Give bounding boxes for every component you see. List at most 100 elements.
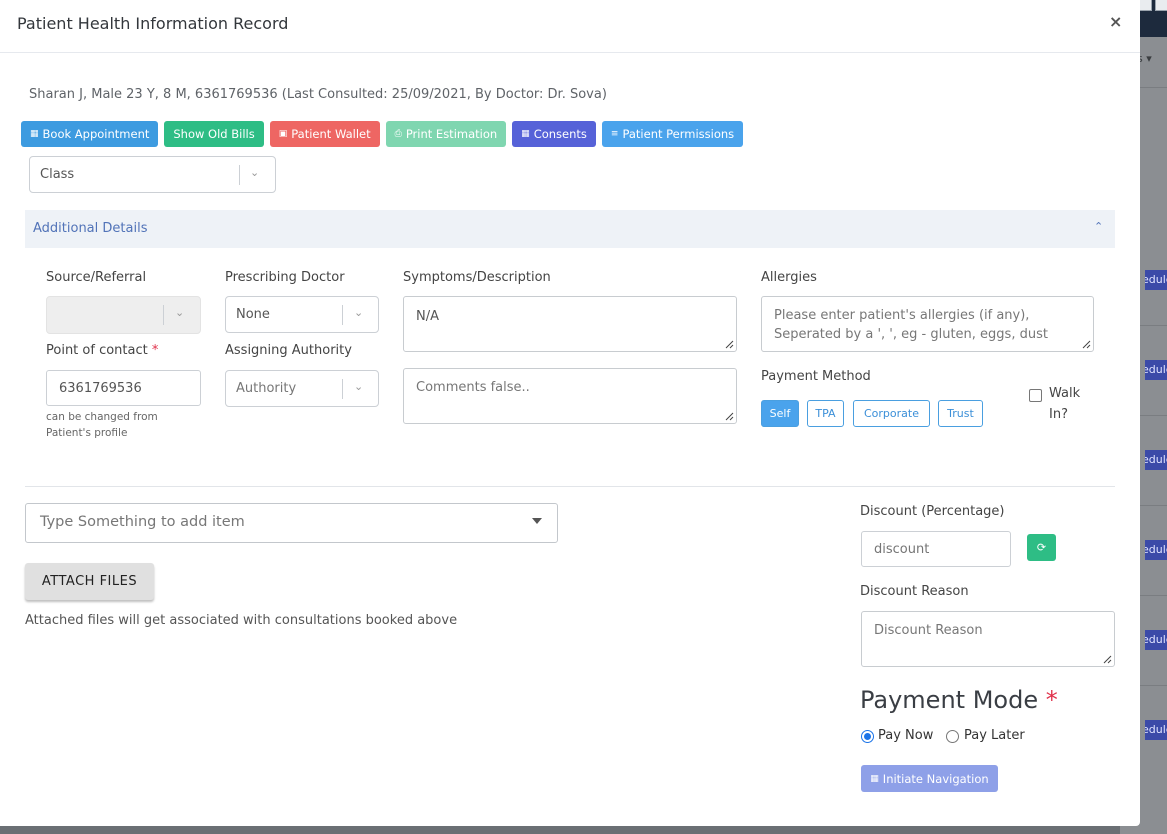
modal-title: Patient Health Information Record bbox=[17, 14, 289, 33]
select-separator bbox=[342, 305, 343, 325]
book-appointment-button[interactable]: ▦ Book Appointment bbox=[21, 121, 159, 147]
payment-method-self[interactable]: Self bbox=[761, 400, 799, 427]
add-item-select[interactable]: Type Something to add item bbox=[25, 503, 558, 543]
payment-method-label: Payment Method bbox=[761, 369, 871, 384]
patient-permissions-button[interactable]: ≡ Patient Permissions bbox=[601, 121, 744, 147]
discount-label: Discount (Percentage) bbox=[860, 504, 1005, 519]
consents-button[interactable]: ▦ Consents bbox=[512, 121, 596, 147]
button-label: Initiate Navigation bbox=[882, 771, 989, 786]
point-of-contact-text: Point of contact bbox=[46, 343, 148, 358]
patient-summary: Sharan J, Male 23 Y, 8 M, 6361769536 (La… bbox=[29, 87, 607, 102]
required-mark: * bbox=[151, 343, 159, 358]
class-select[interactable]: Class ⌄ bbox=[29, 156, 276, 193]
section-divider bbox=[25, 486, 1115, 487]
contact-help-line-2: Patient's profile bbox=[46, 427, 128, 439]
resize-handle-icon bbox=[725, 340, 734, 349]
walk-in-checkbox[interactable] bbox=[1029, 389, 1042, 402]
chevron-down-icon: ⌄ bbox=[175, 306, 185, 319]
calendar-icon: ▦ bbox=[521, 129, 530, 139]
button-label: Show Old Bills bbox=[173, 127, 255, 141]
point-of-contact-input[interactable] bbox=[46, 370, 201, 406]
button-label: Book Appointment bbox=[42, 127, 150, 141]
allergies-textarea[interactable]: Please enter patient's allergies (if any… bbox=[761, 296, 1094, 352]
print-icon: ⎙ bbox=[394, 129, 402, 139]
payment-method-trust[interactable]: Trust bbox=[938, 400, 983, 427]
discount-reason-textarea[interactable]: Discount Reason bbox=[861, 611, 1115, 667]
background-schedule-pill: edule bbox=[1145, 450, 1167, 470]
button-label: Patient Wallet bbox=[291, 127, 371, 141]
prescribing-doctor-label: Prescribing Doctor bbox=[225, 270, 345, 285]
list-icon: ≡ bbox=[610, 129, 619, 139]
additional-details-title: Additional Details bbox=[33, 221, 148, 236]
background-schedule-pill: edule bbox=[1145, 540, 1167, 560]
modal-header: Patient Health Information Record × bbox=[0, 0, 1140, 53]
additional-details-toggle[interactable]: Additional Details ⌃ bbox=[25, 210, 1115, 248]
chevron-down-icon: ⌄ bbox=[250, 166, 260, 179]
background-toolbar-icon bbox=[1155, 0, 1167, 11]
symptoms-textarea[interactable]: N/A bbox=[403, 296, 737, 352]
symptoms-label: Symptoms/Description bbox=[403, 270, 551, 285]
patient-wallet-button[interactable]: ▣ Patient Wallet bbox=[269, 121, 380, 147]
assigning-authority-label: Assigning Authority bbox=[225, 343, 352, 358]
caret-down-icon bbox=[532, 518, 542, 524]
symptoms-value: N/A bbox=[416, 309, 439, 324]
calendar-icon: ▦ bbox=[30, 129, 39, 139]
initiate-navigation-button[interactable]: ▦ Initiate Navigation bbox=[861, 765, 998, 792]
patient-record-modal: Patient Health Information Record × Shar… bbox=[0, 0, 1140, 826]
background-schedule-pill: edule bbox=[1145, 630, 1167, 650]
background-schedule-pill: edule bbox=[1145, 720, 1167, 740]
payment-method-corporate[interactable]: Corporate bbox=[853, 400, 930, 427]
apply-discount-button[interactable]: ⟳ bbox=[1027, 534, 1056, 561]
payment-method-tpa[interactable]: TPA bbox=[807, 400, 844, 427]
discount-reason-label: Discount Reason bbox=[860, 584, 969, 599]
show-old-bills-button[interactable]: Show Old Bills bbox=[164, 121, 264, 147]
resize-handle-icon bbox=[1103, 655, 1112, 664]
refresh-icon: ⟳ bbox=[1036, 541, 1047, 554]
required-mark: * bbox=[1045, 686, 1058, 714]
assigning-authority-value: Authority bbox=[236, 381, 297, 396]
pay-now-radio[interactable] bbox=[861, 730, 874, 743]
wallet-icon: ▣ bbox=[278, 129, 288, 139]
point-of-contact-label: Point of contact * bbox=[46, 343, 158, 358]
pay-later-radio[interactable] bbox=[946, 730, 959, 743]
calendar-icon: ▦ bbox=[870, 773, 879, 784]
class-select-value: Class bbox=[40, 167, 75, 182]
walk-in-label-line-1: Walk bbox=[1049, 386, 1081, 401]
assigning-authority-select[interactable]: Authority ⌄ bbox=[225, 370, 379, 407]
chevron-down-icon: ⌄ bbox=[354, 380, 364, 393]
chevron-down-icon: ⌄ bbox=[354, 306, 364, 319]
button-label: Consents bbox=[533, 127, 587, 141]
select-separator bbox=[342, 379, 343, 399]
pay-now-label: Pay Now bbox=[878, 728, 934, 743]
prescribing-doctor-value: None bbox=[236, 307, 270, 322]
allergies-label: Allergies bbox=[761, 270, 817, 285]
discount-reason-placeholder: Discount Reason bbox=[874, 623, 983, 638]
print-estimation-button[interactable]: ⎙ Print Estimation bbox=[385, 121, 507, 147]
payment-mode-text: Payment Mode bbox=[860, 686, 1039, 714]
attach-files-note: Attached files will get associated with … bbox=[25, 613, 458, 628]
resize-handle-icon bbox=[1082, 340, 1091, 349]
comments-placeholder: Comments false.. bbox=[416, 380, 530, 395]
prescribing-doctor-select[interactable]: None ⌄ bbox=[225, 296, 379, 333]
button-label: Print Estimation bbox=[405, 127, 498, 141]
resize-handle-icon bbox=[725, 412, 734, 421]
walk-in-label-line-2: In? bbox=[1049, 407, 1068, 422]
action-buttons: ▦ Book Appointment Show Old Bills ▣ Pati… bbox=[21, 121, 744, 147]
close-icon[interactable]: × bbox=[1109, 12, 1122, 31]
pay-later-label: Pay Later bbox=[964, 728, 1025, 743]
discount-input[interactable] bbox=[861, 531, 1011, 567]
source-referral-select[interactable]: ⌄ bbox=[46, 296, 201, 334]
contact-help-line-1: can be changed from bbox=[46, 411, 158, 423]
background-schedule-pill: edule bbox=[1145, 360, 1167, 380]
payment-mode-title: Payment Mode * bbox=[860, 686, 1058, 714]
source-referral-label: Source/Referral bbox=[46, 270, 147, 285]
button-label: Patient Permissions bbox=[622, 127, 735, 141]
chevron-up-icon: ⌃ bbox=[1094, 220, 1104, 233]
comments-textarea[interactable]: Comments false.. bbox=[403, 368, 737, 424]
background-schedule-pill: edule bbox=[1145, 270, 1167, 290]
add-item-placeholder: Type Something to add item bbox=[40, 514, 245, 530]
attach-files-button[interactable]: ATTACH FILES bbox=[25, 563, 154, 600]
allergies-placeholder: Please enter patient's allergies (if any… bbox=[774, 308, 1048, 342]
select-separator bbox=[239, 165, 240, 185]
select-separator bbox=[163, 305, 164, 325]
